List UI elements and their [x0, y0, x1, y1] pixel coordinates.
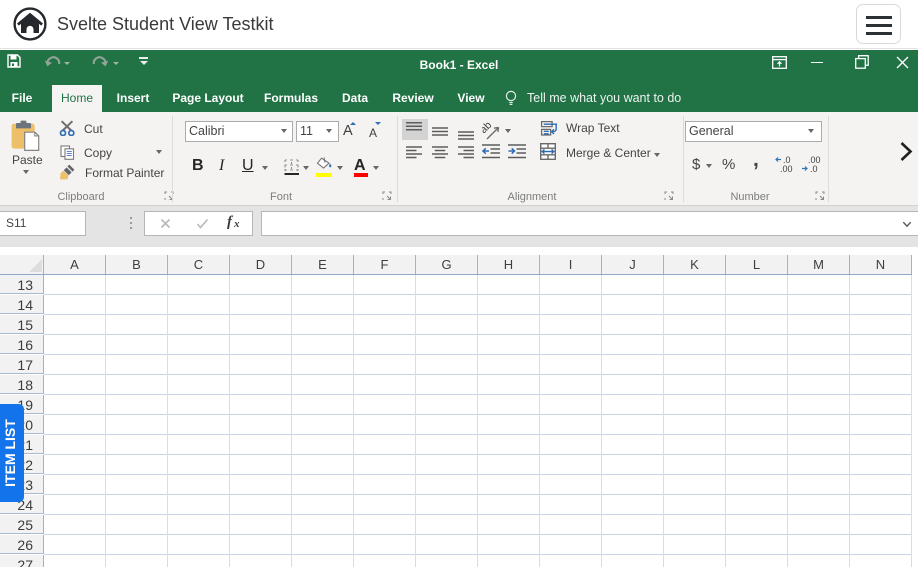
svg-text:.00: .00: [780, 164, 793, 173]
svg-text:.0: .0: [810, 164, 818, 173]
